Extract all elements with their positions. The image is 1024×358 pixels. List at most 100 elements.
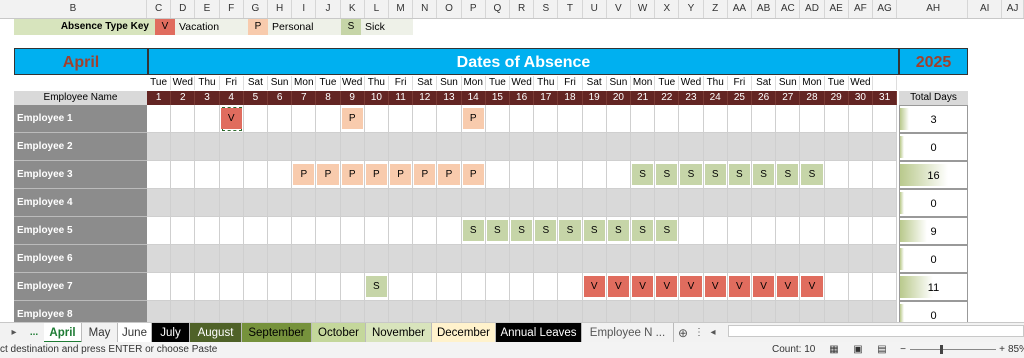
column-letter[interactable]: AA — [728, 0, 752, 18]
day-cell[interactable] — [171, 273, 196, 301]
day-cell[interactable] — [243, 133, 268, 161]
day-cell[interactable] — [848, 133, 873, 161]
day-cell[interactable] — [364, 189, 389, 217]
day-cell[interactable] — [873, 161, 898, 189]
day-cell[interactable] — [631, 245, 656, 273]
day-cell[interactable] — [848, 245, 873, 273]
day-cell[interactable] — [582, 161, 607, 189]
day-cell[interactable] — [461, 245, 486, 273]
day-cell[interactable] — [824, 245, 849, 273]
day-cell[interactable] — [534, 189, 559, 217]
day-cell[interactable] — [679, 217, 704, 245]
day-cell[interactable] — [413, 105, 438, 133]
day-cell[interactable] — [727, 189, 752, 217]
day-cell[interactable]: S — [461, 217, 486, 245]
day-cell[interactable] — [437, 189, 462, 217]
day-cell[interactable]: V — [752, 273, 777, 301]
day-cell[interactable] — [485, 105, 510, 133]
day-cell[interactable] — [848, 217, 873, 245]
day-cell[interactable] — [655, 245, 680, 273]
day-cell[interactable]: P — [437, 161, 462, 189]
day-cell[interactable] — [195, 161, 220, 189]
day-cell[interactable] — [413, 217, 438, 245]
zoom-in-icon[interactable]: + — [998, 342, 1006, 358]
day-cell[interactable] — [340, 245, 365, 273]
column-letter[interactable]: Z — [704, 0, 728, 18]
day-cell[interactable] — [534, 245, 559, 273]
day-cell[interactable] — [800, 217, 825, 245]
day-cell[interactable] — [824, 161, 849, 189]
column-letter[interactable]: D — [171, 0, 196, 18]
day-cell[interactable] — [316, 105, 341, 133]
day-cell[interactable] — [752, 189, 777, 217]
day-cell[interactable] — [243, 217, 268, 245]
day-cell[interactable] — [195, 105, 220, 133]
day-cell[interactable]: P — [364, 161, 389, 189]
day-cell[interactable] — [606, 245, 631, 273]
day-cell[interactable] — [437, 273, 462, 301]
day-cell[interactable] — [364, 245, 389, 273]
day-cell[interactable]: S — [776, 161, 801, 189]
day-cell[interactable] — [873, 273, 898, 301]
column-letter[interactable]: U — [583, 0, 607, 18]
day-cell[interactable] — [292, 105, 317, 133]
day-cell[interactable] — [776, 217, 801, 245]
day-cell[interactable] — [171, 133, 196, 161]
sheet-tab[interactable]: September — [242, 323, 312, 343]
day-cell[interactable]: S — [655, 217, 680, 245]
day-cell[interactable] — [558, 105, 583, 133]
column-letter[interactable]: S — [534, 0, 559, 18]
day-cell[interactable] — [534, 105, 559, 133]
day-cell[interactable] — [268, 105, 293, 133]
column-letter[interactable]: E — [195, 0, 220, 18]
day-cell[interactable]: S — [364, 273, 389, 301]
day-cell[interactable] — [679, 105, 704, 133]
day-cell[interactable] — [461, 133, 486, 161]
day-cell[interactable] — [171, 161, 196, 189]
day-cell[interactable] — [873, 105, 898, 133]
day-cell[interactable] — [824, 105, 849, 133]
day-cell[interactable] — [800, 105, 825, 133]
column-letter[interactable]: B — [0, 0, 147, 18]
day-cell[interactable] — [389, 189, 414, 217]
column-letter[interactable]: AJ — [1002, 0, 1024, 18]
total-days-cell[interactable]: 11 — [899, 273, 968, 301]
day-cell[interactable] — [171, 105, 196, 133]
employee-name[interactable]: Employee 6 — [14, 245, 147, 273]
day-cell[interactable]: P — [461, 105, 486, 133]
day-cell[interactable] — [195, 189, 220, 217]
day-cell[interactable] — [340, 273, 365, 301]
day-cell[interactable] — [485, 189, 510, 217]
total-days-cell[interactable]: 0 — [899, 189, 968, 217]
day-cell[interactable] — [340, 189, 365, 217]
day-cell[interactable] — [752, 217, 777, 245]
day-cell[interactable] — [679, 133, 704, 161]
column-letter[interactable]: AD — [800, 0, 825, 18]
day-cell[interactable] — [243, 189, 268, 217]
day-cell[interactable] — [679, 189, 704, 217]
day-cell[interactable] — [582, 189, 607, 217]
day-cell[interactable] — [340, 217, 365, 245]
employee-name[interactable]: Employee 5 — [14, 217, 147, 245]
column-letter[interactable]: X — [655, 0, 680, 18]
day-cell[interactable] — [631, 189, 656, 217]
day-cell[interactable] — [679, 245, 704, 273]
day-cell[interactable] — [582, 245, 607, 273]
day-cell[interactable] — [776, 133, 801, 161]
day-cell[interactable] — [171, 189, 196, 217]
day-cell[interactable] — [195, 133, 220, 161]
day-cell[interactable] — [558, 161, 583, 189]
day-cell[interactable] — [485, 273, 510, 301]
day-cell[interactable] — [389, 245, 414, 273]
day-cell[interactable] — [292, 189, 317, 217]
total-days-cell[interactable]: 3 — [899, 105, 968, 133]
day-cell[interactable]: S — [606, 217, 631, 245]
sheet-tab[interactable]: October — [312, 323, 366, 343]
day-cell[interactable] — [727, 217, 752, 245]
day-cell[interactable] — [703, 105, 728, 133]
day-cell[interactable] — [510, 189, 535, 217]
day-cell[interactable] — [292, 217, 317, 245]
zoom-slider[interactable] — [910, 342, 996, 358]
day-cell[interactable] — [171, 245, 196, 273]
day-cell[interactable] — [824, 273, 849, 301]
